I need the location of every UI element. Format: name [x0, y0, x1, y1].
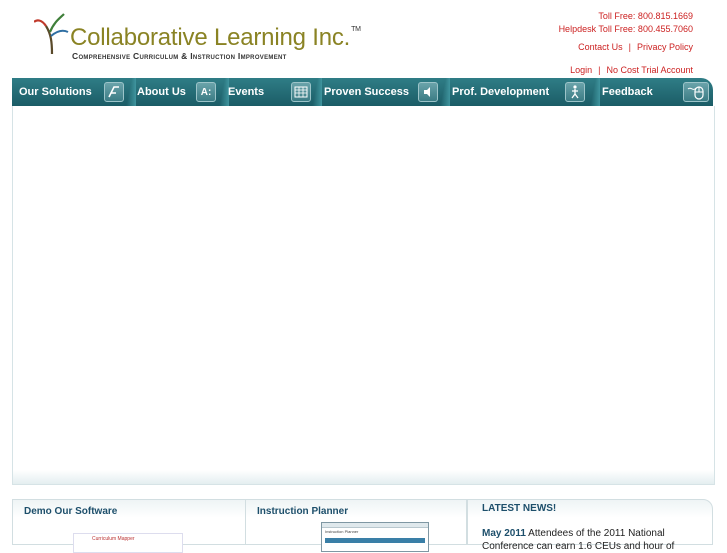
nav-label: Our Solutions	[19, 86, 92, 98]
nav-prof-development[interactable]: Prof. Development	[445, 78, 595, 106]
logo-tree-icon	[34, 13, 69, 55]
main-content-area	[12, 106, 715, 485]
nav-label: Prof. Development	[452, 86, 550, 98]
contact-us-link[interactable]: Contact Us	[578, 42, 623, 52]
person-icon	[565, 82, 585, 102]
bottom-panels: Demo Our Software Curriculum Mapper Inst…	[12, 499, 713, 553]
planner-thumbnail[interactable]: Instruction Planner	[321, 522, 429, 552]
demo-title[interactable]: Demo Our Software	[24, 506, 117, 517]
nav-label: About Us	[137, 86, 186, 98]
nav-proven-success[interactable]: Proven Success	[317, 78, 445, 106]
mouse-icon	[683, 82, 709, 102]
nav-label: Events	[228, 86, 265, 98]
nav-about-us[interactable]: About Us A:	[130, 78, 222, 106]
planner-title[interactable]: Instruction Planner	[257, 506, 348, 517]
toll-free-number: Toll Free: 800.815.1669	[598, 11, 693, 21]
main-nav: Our Solutions About Us A: Events Proven …	[12, 78, 713, 106]
company-name: Collaborative Learning Inc.TM	[70, 24, 361, 51]
demo-panel: Demo Our Software Curriculum Mapper	[12, 499, 246, 553]
news-item[interactable]: May 2011 Attendees of the 2011 National …	[482, 527, 682, 553]
news-panel: LATEST NEWS! May 2011 Attendees of the 2…	[467, 499, 713, 552]
link-separator: |	[628, 42, 631, 52]
a-icon: A:	[196, 82, 216, 102]
company-logo[interactable]: Collaborative Learning Inc.TM Comprehens…	[34, 12, 364, 64]
nav-feedback[interactable]: Feedback	[595, 78, 713, 106]
news-date: May 2011	[482, 528, 526, 539]
login-link[interactable]: Login	[570, 65, 592, 75]
nav-events[interactable]: Events	[221, 78, 317, 106]
account-links: Login | No Cost Trial Account	[570, 65, 693, 75]
nav-label: Feedback	[602, 86, 653, 98]
thumbnail-content-bar	[325, 538, 425, 543]
nav-our-solutions[interactable]: Our Solutions	[12, 78, 130, 106]
company-tagline: Comprehensive Curriculum & Instruction I…	[72, 51, 287, 61]
teach-icon	[104, 82, 124, 102]
top-links: Contact Us | Privacy Policy	[578, 42, 693, 52]
demo-thumbnail-caption: Curriculum Mapper	[92, 536, 135, 542]
nav-label: Proven Success	[324, 86, 409, 98]
link-separator: |	[598, 65, 601, 75]
demo-thumbnail[interactable]: Curriculum Mapper	[73, 533, 183, 553]
main-content-footer-shade	[13, 470, 714, 484]
calendar-icon	[291, 82, 311, 102]
speaker-icon	[418, 82, 438, 102]
trial-account-link[interactable]: No Cost Trial Account	[606, 65, 693, 75]
phone-numbers: Toll Free: 800.815.1669 Helpdesk Toll Fr…	[559, 10, 693, 36]
planner-panel: Instruction Planner Instruction Planner	[245, 499, 467, 552]
privacy-policy-link[interactable]: Privacy Policy	[637, 42, 693, 52]
helpdesk-number: Helpdesk Toll Free: 800.455.7060	[558, 24, 693, 34]
news-title: LATEST NEWS!	[482, 503, 557, 514]
planner-thumbnail-caption: Instruction Planner	[325, 529, 359, 534]
